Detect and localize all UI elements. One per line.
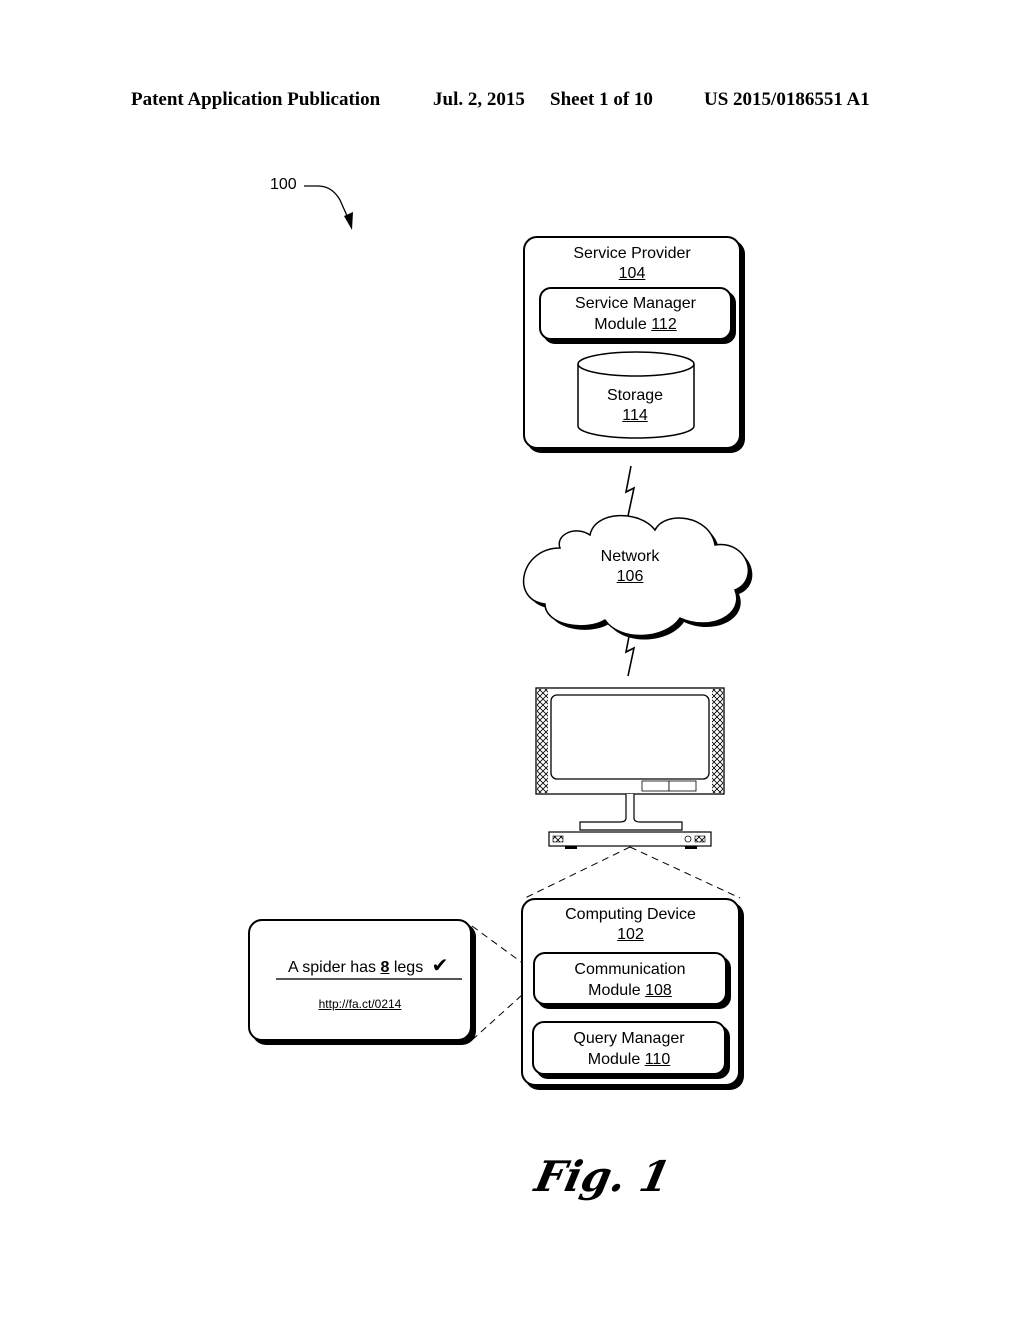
fact-source-link[interactable]: http://fa.ct/0214 (250, 997, 470, 1011)
query-manager-line1: Query Manager (573, 1030, 685, 1047)
arrowhead-icon (344, 212, 353, 230)
service-manager-line2: Module (594, 316, 647, 333)
divider-line (276, 978, 462, 980)
query-manager-module-box: Query Manager Module 110 (532, 1021, 726, 1075)
service-provider-title: Service Provider (573, 245, 691, 262)
figure-ref-arrow (304, 185, 349, 219)
service-provider-ref: 104 (618, 265, 646, 282)
fact-callout-box: A spider has 8 legs ✔ http://fa.ct/0214 (248, 919, 472, 1041)
service-manager-line1: Service Manager (575, 295, 696, 312)
communication-module-box: Communication Module 108 (533, 952, 727, 1005)
fact-statement: A spider has 8 legs ✔ (288, 953, 448, 978)
communication-line1: Communication (574, 961, 686, 978)
checkmark-icon: ✔ (431, 955, 449, 977)
storage-title: Storage (606, 387, 664, 404)
communication-line2: Module (588, 982, 641, 999)
service-manager-module-box: Service Manager Module 112 (539, 287, 732, 340)
storage-ref: 114 (622, 407, 648, 424)
computing-device-title: Computing Device (565, 906, 696, 923)
query-manager-ref: 110 (644, 1051, 671, 1068)
diagram-graphics (304, 185, 753, 1041)
dashed-connector (524, 846, 741, 899)
computing-device-ref: 102 (617, 926, 644, 943)
network-title: Network (600, 548, 660, 565)
figure-ref-number: 100 (270, 176, 297, 193)
service-manager-ref: 112 (651, 316, 677, 333)
communication-ref: 108 (645, 982, 672, 999)
figure-caption: Fig. 1 (530, 1152, 675, 1201)
fact-text-after: legs (389, 959, 424, 976)
lightning-icon (624, 465, 636, 517)
fact-text-before: A spider has (288, 959, 381, 976)
network-ref: 106 (616, 568, 644, 585)
computer-monitor-icon (535, 687, 725, 849)
query-manager-line2: Module (587, 1051, 641, 1068)
